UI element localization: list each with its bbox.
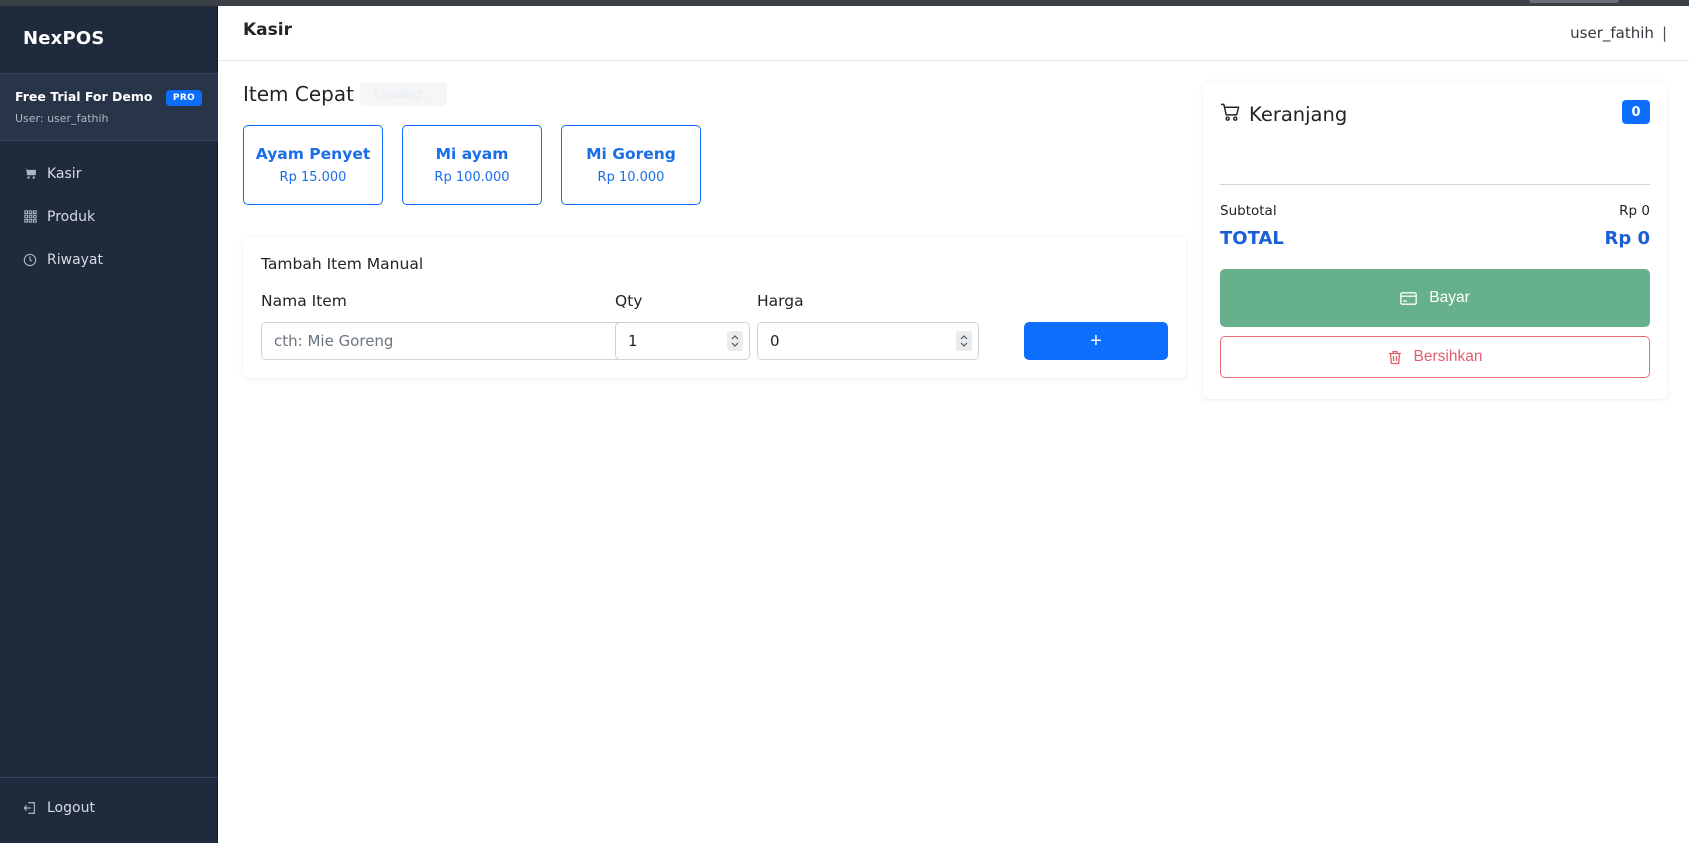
sidebar: NexPOS Free Trial For Demo PRO User: use… — [0, 6, 218, 843]
price-stepper[interactable] — [956, 331, 972, 351]
quick-items-list: Ayam Penyet Rp 15.000 Mi ayam Rp 100.000… — [243, 125, 701, 205]
total-row: TOTAL Rp 0 — [1220, 228, 1650, 249]
quick-item-card[interactable]: Mi Goreng Rp 10.000 — [561, 125, 701, 205]
quick-items-title: Item Cepat — [243, 82, 354, 106]
logout-section: Logout — [0, 777, 218, 838]
quick-item-price: Rp 15.000 — [279, 170, 347, 185]
qty-stepper[interactable] — [727, 331, 743, 351]
trial-panel: Free Trial For Demo PRO User: user_fathi… — [0, 73, 218, 141]
header-user[interactable]: user_fathih | — [1570, 24, 1667, 42]
total-label: TOTAL — [1220, 228, 1284, 249]
pay-button[interactable]: Bayar — [1220, 269, 1650, 327]
price-input[interactable] — [757, 322, 979, 360]
manual-item-title: Tambah Item Manual — [261, 255, 424, 273]
top-header: Kasir user_fathih | — [219, 6, 1689, 61]
cart-title: Keranjang — [1249, 102, 1348, 126]
qty-label: Qty — [615, 292, 643, 310]
logout-icon — [23, 801, 37, 815]
quick-item-card[interactable]: Ayam Penyet Rp 15.000 — [243, 125, 383, 205]
quick-item-card[interactable]: Mi ayam Rp 100.000 — [402, 125, 542, 205]
cart-icon — [23, 167, 37, 181]
quick-item-name: Mi Goreng — [586, 145, 676, 163]
clear-label: Bersihkan — [1413, 348, 1483, 365]
manual-item-card: Tambah Item Manual Nama Item Qty Harga + — [243, 237, 1186, 378]
cart-header: Keranjang — [1220, 102, 1347, 126]
trial-user: User: user_fathih — [15, 112, 109, 125]
header-separator: | — [1661, 24, 1667, 42]
cart-icon — [1220, 102, 1241, 126]
page-title: Kasir — [243, 20, 292, 40]
pro-badge: PRO — [165, 90, 202, 106]
quick-item-name: Ayam Penyet — [255, 145, 371, 163]
browser-tab-edge — [1529, 0, 1619, 3]
sidebar-item-riwayat[interactable]: Riwayat — [0, 238, 218, 281]
clear-cart-button[interactable]: Bersihkan — [1220, 336, 1650, 378]
add-item-button[interactable]: + — [1024, 322, 1168, 360]
quick-items-header: Item Cepat Loading... — [243, 82, 447, 106]
pay-label: Bayar — [1429, 289, 1470, 306]
sidebar-nav: Kasir Produk Riwayat — [0, 152, 218, 281]
quick-item-name: Mi ayam — [435, 145, 509, 163]
plus-icon: + — [1090, 329, 1102, 352]
sidebar-item-label: Produk — [47, 208, 96, 225]
item-name-input[interactable] — [261, 322, 635, 360]
grid-icon — [23, 210, 37, 224]
cart-panel: Keranjang 0 Subtotal Rp 0 TOTAL Rp 0 Bay… — [1203, 82, 1667, 399]
quick-item-price: Rp 100.000 — [434, 170, 510, 185]
cart-divider — [1220, 184, 1650, 185]
subtotal-value: Rp 0 — [1619, 203, 1650, 219]
subtotal-row: Subtotal Rp 0 — [1220, 203, 1650, 219]
logout-button[interactable]: Logout — [0, 778, 218, 838]
brand-logo[interactable]: NexPOS — [23, 28, 105, 49]
sidebar-item-label: Riwayat — [47, 251, 103, 268]
subtotal-label: Subtotal — [1220, 203, 1277, 219]
total-value: Rp 0 — [1604, 228, 1650, 249]
sidebar-item-kasir[interactable]: Kasir — [0, 152, 218, 195]
header-username: user_fathih — [1570, 24, 1654, 42]
trial-title: Free Trial For Demo — [15, 89, 153, 104]
credit-card-icon — [1400, 291, 1418, 305]
cart-count-badge: 0 — [1622, 100, 1650, 124]
price-label: Harga — [757, 292, 804, 310]
loading-indicator: Loading... — [359, 82, 447, 106]
sidebar-item-label: Kasir — [47, 165, 82, 182]
sidebar-item-produk[interactable]: Produk — [0, 195, 218, 238]
item-name-label: Nama Item — [261, 292, 347, 310]
logout-label: Logout — [47, 800, 95, 816]
trash-icon — [1388, 350, 1402, 365]
main-content: Kasir user_fathih | Item Cepat Loading...… — [219, 6, 1689, 843]
quick-item-price: Rp 10.000 — [597, 170, 665, 185]
clock-icon — [23, 253, 37, 267]
